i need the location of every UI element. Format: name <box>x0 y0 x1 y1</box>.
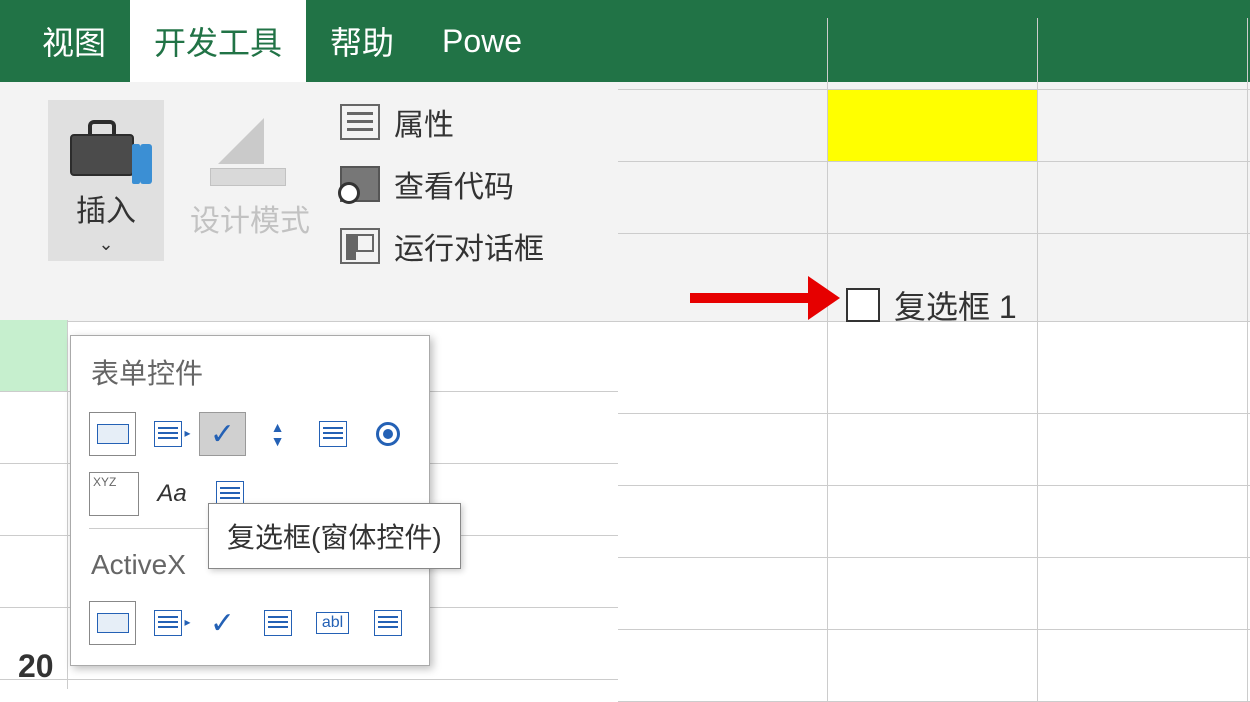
toolbox-icon <box>66 110 146 180</box>
ax-textbox-control[interactable]: abl <box>309 601 356 645</box>
insert-controls-popup: 表单控件 ✓ ▲▼ XYZ Aa ActiveX ✓ abl <box>70 335 430 666</box>
run-dialog-button[interactable]: 运行对话框 <box>340 224 544 268</box>
annotation-arrow <box>690 276 840 320</box>
ax-combobox-control[interactable] <box>144 601 191 645</box>
form-controls-section-title: 表单控件 <box>71 336 429 404</box>
tooltip: 复选框(窗体控件) <box>208 503 461 569</box>
chevron-down-icon: ⌄ <box>98 234 113 255</box>
design-mode-label: 设计模式 <box>190 196 310 240</box>
view-code-button[interactable]: 查看代码 <box>340 162 544 206</box>
highlighted-cell[interactable] <box>828 90 1038 161</box>
insert-label: 插入 <box>76 186 136 230</box>
ax-checkbox-control[interactable]: ✓ <box>199 601 246 645</box>
button-control[interactable] <box>89 412 136 456</box>
run-dialog-icon <box>340 228 380 264</box>
ax-scrollbar-control[interactable] <box>364 601 411 645</box>
row-number: 20 <box>18 648 54 685</box>
design-mode-button[interactable]: 设计模式 <box>172 100 328 250</box>
row-headers <box>0 320 68 689</box>
tab-power[interactable]: Powe <box>418 0 546 82</box>
groupbox-control[interactable]: XYZ <box>89 472 139 516</box>
view-code-label: 查看代码 <box>394 162 514 206</box>
ax-button-control[interactable] <box>89 601 136 645</box>
properties-button[interactable]: 属性 <box>340 100 544 144</box>
label-control[interactable]: Aa <box>147 472 197 516</box>
spinner-control[interactable]: ▲▼ <box>254 412 301 456</box>
checkbox-label: 复选框 1 <box>894 282 1017 328</box>
properties-label: 属性 <box>394 100 454 144</box>
properties-icon <box>340 104 380 140</box>
tab-view[interactable]: 视图 <box>18 0 130 82</box>
spreadsheet-grid[interactable] <box>618 18 1250 689</box>
insert-controls-button[interactable]: 插入 ⌄ <box>48 100 164 261</box>
tab-developer[interactable]: 开发工具 <box>130 0 306 82</box>
view-code-icon <box>340 166 380 202</box>
listbox-control[interactable] <box>309 412 356 456</box>
design-mode-icon <box>210 110 290 190</box>
optionbutton-control[interactable] <box>364 412 411 456</box>
checkbox-icon <box>846 288 880 322</box>
inserted-checkbox[interactable]: 复选框 1 <box>846 282 1017 328</box>
checkbox-control[interactable]: ✓ <box>199 412 246 456</box>
ax-listbox-control[interactable] <box>254 601 301 645</box>
run-dialog-label: 运行对话框 <box>394 224 544 268</box>
combobox-control[interactable] <box>144 412 191 456</box>
tab-help[interactable]: 帮助 <box>306 0 418 82</box>
